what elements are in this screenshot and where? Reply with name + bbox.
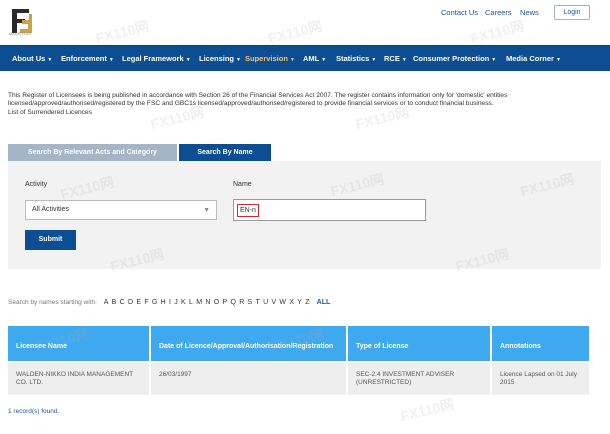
licence-type-value: SEC-2.4 INVESTMENT ADVISER (UNRESTRICTED… [356,371,455,386]
chevron-down-icon: ▼ [185,57,191,63]
record-count: 1 record(s) found. [8,408,60,415]
table-cell: WALDEN-NIKKO INDIA MANAGEMENT CO. LTD. [8,363,149,395]
nav-legal-framework[interactable]: Legal Framework ▼ [122,54,191,63]
alphabet-letter-a[interactable]: A [104,299,109,306]
name-label: Name [233,181,252,188]
alphabet-letter-s[interactable]: S [248,299,253,306]
nav-supervision[interactable]: Supervision ▼ [245,54,295,63]
chevron-down-icon: ▼ [371,57,377,63]
intro-line: licensed/approved/authorised/registered … [8,100,494,108]
news-link[interactable]: News [520,8,539,17]
alphabet-letter-d[interactable]: D [128,299,133,306]
table-header-annotations: Annotations [492,326,589,361]
chevron-down-icon: ▼ [236,57,241,63]
nav-label: Enforcement [61,54,107,63]
nav-enforcement[interactable]: Enforcement ▼ [61,54,114,63]
alphabet-letter-f[interactable]: F [144,299,148,306]
register-intro: This Register of Licensees is being publ… [8,92,603,117]
name-input[interactable]: EN-n [233,199,426,221]
nav-label: RCE [384,54,400,63]
table-cell: 26/03/1997 [151,363,346,395]
alphabet-letter-k[interactable]: K [181,299,186,306]
nav-licensing[interactable]: Licensing ▼ [199,54,241,63]
nav-label: Licensing [199,54,235,63]
alphabet-letter-n[interactable]: N [205,299,210,306]
nav-media-corner[interactable]: Media Corner ▼ [506,54,561,63]
alphabet-letter-x[interactable]: X [289,299,294,306]
nav-label: Legal Framework [122,54,184,63]
alphabet-letter-l[interactable]: L [189,299,193,306]
alphabet-filter: Search by names starting with: ABCDEFGHI… [8,299,330,306]
alphabet-letter-p[interactable]: P [222,299,227,306]
chevron-down-icon: ▼ [401,57,407,63]
table-header-licensee-name: Licensee Name [8,326,149,361]
nav-label: Supervision [245,54,288,63]
alphabet-letters: ABCDEFGHIJKLMNOPQRSTUVWXYZ [104,299,313,306]
tab-search-by-name[interactable]: Search By Name [179,144,271,161]
table-header-label: Date of Licence/Approval/Authorisation/R… [159,342,334,350]
licence-date-value: 26/03/1997 [159,371,192,378]
nav-about-us[interactable]: About Us ▼ [12,54,52,63]
alphabet-letter-j[interactable]: J [174,299,178,306]
alphabet-letter-g[interactable]: G [152,299,157,306]
alphabet-letter-w[interactable]: W [279,299,286,306]
alphabet-letter-m[interactable]: M [196,299,202,306]
table-cell: SEC-2.4 INVESTMENT ADVISER (UNRESTRICTED… [348,363,490,395]
main-nav: About Us ▼ Enforcement ▼ Legal Framework ▼ … [0,45,610,71]
nav-label: Statistics [336,54,370,63]
nav-rce[interactable]: RCE ▼ [384,54,407,63]
careers-link[interactable]: Careers [485,8,512,17]
alphabet-letter-h[interactable]: H [161,299,166,306]
top-header: MAURITIUS Contact Us Careers News Login [0,0,610,44]
logo-tagline: MAURITIUS [9,32,31,36]
alphabet-letter-u[interactable]: U [263,299,268,306]
table-cell: Licence Lapsed on 01 July 2015 [492,363,589,395]
alphabet-letter-o[interactable]: O [214,299,219,306]
alphabet-prefix: Search by names starting with: [8,299,97,306]
alphabet-letter-b[interactable]: B [112,299,117,306]
table-header-label: Licensee Name [16,342,67,350]
nav-label: Consumer Protection [413,54,490,63]
nav-label: Media Corner [506,54,554,63]
nav-consumer-protection[interactable]: Consumer Protection ▼ [413,54,496,63]
table-header-type: Type of License [348,326,490,361]
chevron-down-icon: ▼ [203,207,210,214]
login-button[interactable]: Login [554,5,590,20]
intro-line: This Register of Licensees is being publ… [8,92,508,99]
alphabet-letter-v[interactable]: V [271,299,276,306]
alphabet-letter-e[interactable]: E [136,299,141,306]
alphabet-all-link[interactable]: ALL [317,299,331,306]
alphabet-letter-r[interactable]: R [239,299,244,306]
contact-us-link[interactable]: Contact Us [441,8,478,17]
nav-aml[interactable]: AML ▼ [303,54,326,63]
alphabet-letter-i[interactable]: I [169,299,171,306]
chevron-down-icon: ▼ [108,57,114,63]
activity-label: Activity [25,181,48,188]
alphabet-letter-t[interactable]: T [256,299,260,306]
table-header-label: Type of License [356,342,409,350]
annotation-value: Licence Lapsed on 01 July 2015 [500,371,577,386]
surrendered-licences-link[interactable]: List of Surrendered Licences [8,109,603,117]
chevron-down-icon: ▼ [491,57,497,63]
chevron-down-icon: ▼ [47,57,53,63]
watermark: FX110网 [398,395,456,425]
table-header-label: Annotations [500,342,541,350]
alphabet-letter-q[interactable]: Q [230,299,235,306]
licensee-name-value: WALDEN-NIKKO INDIA MANAGEMENT CO. LTD. [16,371,134,386]
alphabet-letter-c[interactable]: C [120,299,125,306]
activity-select-value: All Activities [32,206,69,213]
nav-label: About Us [12,54,46,63]
chevron-down-icon: ▼ [289,57,295,63]
name-input-value: EN-n [237,204,259,217]
chevron-down-icon: ▼ [555,57,561,63]
nav-label: AML [303,54,320,63]
tab-search-by-acts[interactable]: Search By Relevant Acts and Category [8,144,177,161]
nav-statistics[interactable]: Statistics ▼ [336,54,376,63]
activity-select[interactable]: All Activities ▼ [25,200,217,220]
table-header-date: Date of Licence/Approval/Authorisation/R… [151,326,346,361]
alphabet-letter-z[interactable]: Z [305,299,309,306]
chevron-down-icon: ▼ [321,57,327,63]
alphabet-letter-y[interactable]: Y [297,299,302,306]
submit-button[interactable]: Submit [25,230,76,250]
